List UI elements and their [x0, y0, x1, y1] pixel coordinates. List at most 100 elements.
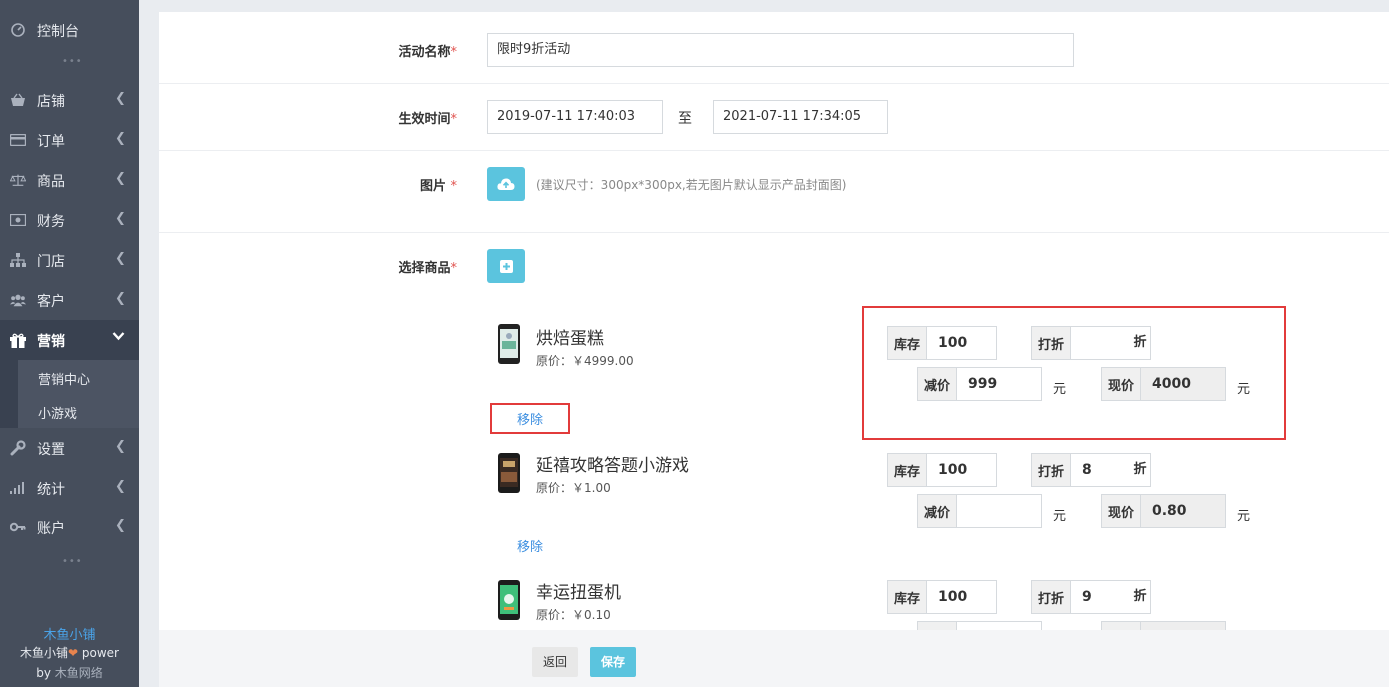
- discount-value[interactable]: 8: [1071, 454, 1130, 486]
- reduce-value[interactable]: [957, 495, 1041, 527]
- add-goods-button[interactable]: [487, 249, 525, 283]
- sidebar-item-label: 财务: [37, 214, 65, 230]
- sidebar-item-label: 商品: [37, 174, 65, 190]
- stock-value[interactable]: 100: [927, 581, 996, 613]
- dashboard-icon: [10, 22, 26, 38]
- highlight-box-remove: [490, 403, 570, 434]
- submenu-item-mini-games[interactable]: 小游戏: [18, 394, 139, 428]
- required-mark: *: [450, 112, 458, 127]
- required-mark: *: [450, 179, 458, 194]
- sidebar-item-statistics[interactable]: 统计 ❮: [0, 468, 139, 508]
- scale-icon: [10, 172, 26, 188]
- form-footer: 返回 保存: [159, 630, 1389, 687]
- required-mark: *: [450, 45, 458, 60]
- brand-power: 木鱼小铺❤ power: [0, 644, 139, 661]
- product-original-price: 原价：￥0.10: [536, 608, 611, 622]
- end-time-input[interactable]: 2021-07-11 17:34:05: [713, 100, 888, 134]
- stock-addon: 库存: [888, 581, 927, 613]
- highlight-box-pricing: [862, 306, 1286, 440]
- sidebar-item-label: 统计: [37, 482, 65, 498]
- stock-value[interactable]: 100: [927, 454, 996, 486]
- sidebar-item-customers[interactable]: 客户 ❮: [0, 280, 139, 320]
- chevron-left-icon: ❮: [115, 91, 126, 106]
- chevron-left-icon: ❮: [115, 439, 126, 454]
- sidebar-item-shop[interactable]: 店铺 ❮: [0, 80, 139, 120]
- heart-icon: ❤: [68, 646, 79, 660]
- stock-field[interactable]: 库存 100: [887, 580, 997, 614]
- row-divider: [159, 232, 1389, 233]
- sidebar-item-label: 店铺: [37, 94, 65, 110]
- current-price-value: 0.80: [1141, 495, 1225, 527]
- divider-dots: •••: [62, 556, 83, 567]
- row-divider: [159, 83, 1389, 84]
- gift-icon: [10, 332, 26, 348]
- product-original-price: 原价：￥1.00: [536, 481, 611, 495]
- chevron-left-icon: ❮: [115, 171, 126, 186]
- start-time-input[interactable]: 2019-07-11 17:40:03: [487, 100, 663, 134]
- submenu: 营销中心 小游戏: [0, 360, 139, 428]
- back-button[interactable]: 返回: [532, 647, 578, 677]
- label-text: 选择商品: [398, 261, 451, 276]
- key-icon: [10, 519, 26, 535]
- label-text: 生效时间: [398, 112, 451, 127]
- currency-unit: 元: [1237, 509, 1251, 524]
- money-icon: [10, 212, 26, 228]
- save-button[interactable]: 保存: [590, 647, 636, 677]
- product-thumbnail: [498, 580, 520, 620]
- upload-image-button[interactable]: [487, 167, 525, 201]
- activity-name-input[interactable]: 限时9折活动: [487, 33, 1074, 67]
- effective-time-label: 生效时间*: [357, 108, 457, 127]
- discount-suffix: 折: [1133, 589, 1147, 604]
- wrench-icon: [10, 440, 26, 456]
- users-icon: [10, 292, 26, 308]
- price-reduction-field[interactable]: 减价: [917, 494, 1042, 528]
- sidebar-item-marketing[interactable]: 营销: [0, 320, 139, 360]
- label-text: 图片: [419, 179, 446, 194]
- sidebar: 控制台 ••• 店铺 ❮ 订单 ❮ 商品 ❮ 财务 ❮ 门店 ❮ 客户 ❮ 营销…: [0, 0, 139, 687]
- sidebar-item-settings[interactable]: 设置 ❮: [0, 428, 139, 468]
- discount-field[interactable]: 打折 9 折: [1031, 580, 1151, 614]
- brand-power-suffix: power: [78, 646, 119, 660]
- chevron-left-icon: ❮: [115, 518, 126, 533]
- image-label: 图片 *: [357, 175, 457, 194]
- sidebar-item-label: 订单: [37, 134, 65, 150]
- product-thumbnail: [498, 324, 520, 364]
- time-separator: 至: [678, 111, 692, 127]
- sidebar-item-account[interactable]: 账户 ❮: [0, 507, 139, 547]
- currency-unit: 元: [1053, 509, 1067, 524]
- shop-basket-icon: [10, 92, 26, 108]
- chevron-left-icon: ❮: [115, 479, 126, 494]
- sidebar-item-goods[interactable]: 商品 ❮: [0, 160, 139, 200]
- sidebar-item-label: 账户: [37, 521, 65, 537]
- divider-dots: •••: [62, 56, 83, 67]
- sidebar-item-finance[interactable]: 财务 ❮: [0, 200, 139, 240]
- brand-company: 木鱼网络: [54, 666, 103, 680]
- chevron-left-icon: ❮: [115, 251, 126, 266]
- sidebar-item-console[interactable]: 控制台: [0, 10, 139, 50]
- stock-addon: 库存: [888, 454, 927, 486]
- discount-value[interactable]: 9: [1071, 581, 1130, 613]
- submenu-item-label: 小游戏: [38, 407, 78, 422]
- product-thumbnail: [498, 453, 520, 493]
- reduce-addon: 减价: [918, 495, 957, 527]
- sidebar-item-stores[interactable]: 门店 ❮: [0, 240, 139, 280]
- stock-field[interactable]: 库存 100: [887, 453, 997, 487]
- sitemap-icon: [10, 252, 26, 268]
- chevron-left-icon: ❮: [115, 131, 126, 146]
- current-price-addon: 现价: [1102, 495, 1141, 527]
- product-original-price: 原价：￥4999.00: [536, 354, 634, 368]
- sidebar-item-label: 设置: [37, 442, 65, 458]
- sidebar-item-label: 门店: [37, 254, 65, 270]
- discount-suffix: 折: [1133, 462, 1147, 477]
- discount-field[interactable]: 打折 8 折: [1031, 453, 1151, 487]
- order-card-icon: [10, 132, 26, 148]
- sidebar-item-label: 控制台: [37, 24, 79, 40]
- activity-name-label: 活动名称*: [357, 41, 457, 60]
- bar-signal-icon: [10, 480, 26, 496]
- submenu-item-marketing-center[interactable]: 营销中心: [18, 360, 139, 394]
- sidebar-item-orders[interactable]: 订单 ❮: [0, 120, 139, 160]
- row-divider: [159, 150, 1389, 151]
- remove-product-link[interactable]: 移除: [517, 536, 543, 555]
- form-panel: 活动名称* 限时9折活动 生效时间* 2019-07-11 17:40:03 至…: [159, 12, 1389, 687]
- brand-by-prefix: by: [36, 666, 55, 680]
